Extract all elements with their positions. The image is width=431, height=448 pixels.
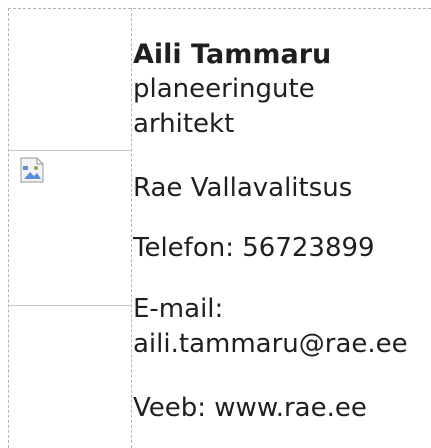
organization-name: Rae Vallavalitsus [133, 173, 353, 203]
website-link[interactable]: www.rae.ee [214, 393, 367, 423]
email-label: E-mail: [133, 294, 224, 324]
logo-cell [9, 150, 131, 306]
email-line: E-mail: aili.tammaru@rae.ee [133, 292, 408, 362]
email-link[interactable]: aili.tammaru@rae.ee [133, 329, 408, 359]
layout-guide-divider [131, 8, 132, 448]
layout-guide-top [8, 8, 431, 9]
website-line: Veeb: www.rae.ee [133, 391, 367, 425]
job-title-line-2: arhitekt [133, 109, 235, 139]
broken-image-icon [20, 157, 44, 183]
phone-line: Telefon: 56723899 [133, 231, 375, 265]
website-label: Veeb: [133, 393, 207, 423]
phone-number[interactable]: 56723899 [242, 233, 374, 263]
phone-label: Telefon: [133, 233, 234, 263]
contact-block: Aili Tammaru planeeringute arhitekt [133, 38, 431, 142]
contact-name: Aili Tammaru [133, 39, 332, 70]
email-signature: Aili Tammaru planeeringute arhitekt Rae … [0, 0, 431, 448]
job-title-line-1: planeeringute [133, 74, 315, 104]
